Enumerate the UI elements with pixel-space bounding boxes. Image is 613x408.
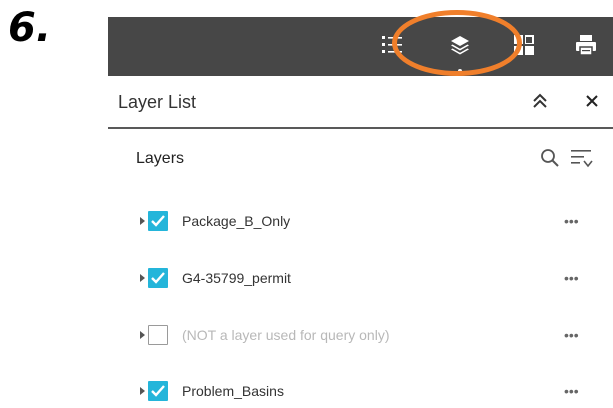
more-options-icon[interactable]: ••• <box>564 271 579 285</box>
layer-row[interactable]: Package_B_Only ••• <box>108 208 613 238</box>
widget-toolbar <box>108 17 613 76</box>
legend-list-icon <box>382 36 402 53</box>
panel-title: Layer List <box>118 92 197 112</box>
layer-row[interactable]: Problem_Basins ••• <box>108 378 613 408</box>
layer-visibility-checkbox[interactable] <box>148 325 168 345</box>
layers-section-title: Layers <box>136 150 185 167</box>
close-panel-button[interactable] <box>580 88 604 114</box>
checkmark-icon <box>151 272 165 284</box>
expand-arrow-icon[interactable] <box>140 331 145 339</box>
layer-visibility-checkbox[interactable] <box>148 381 168 401</box>
layer-list-button[interactable] <box>440 17 480 76</box>
active-indicator <box>458 69 462 73</box>
layer-name: Package_B_Only <box>182 213 291 229</box>
step-number: 6. <box>8 5 52 51</box>
legend-button[interactable] <box>372 17 412 76</box>
layers-icon <box>451 36 469 55</box>
expand-arrow-icon[interactable] <box>140 387 145 395</box>
panel-header: Layer List <box>108 76 613 129</box>
basemap-gallery-button[interactable] <box>504 17 544 76</box>
collapse-panel-button[interactable] <box>528 88 552 114</box>
expand-arrow-icon[interactable] <box>140 274 145 282</box>
layer-row[interactable]: (NOT a layer used for query only) ••• <box>108 322 613 352</box>
close-icon <box>586 95 598 107</box>
checkmark-icon <box>151 215 165 227</box>
print-button[interactable] <box>566 17 606 76</box>
more-options-icon[interactable]: ••• <box>564 214 579 228</box>
layer-row[interactable]: G4-35799_permit ••• <box>108 265 613 295</box>
layer-name: Problem_Basins <box>182 383 284 399</box>
layer-visibility-checkbox[interactable] <box>148 268 168 288</box>
basemap-gallery-icon <box>514 35 534 55</box>
more-options-icon[interactable]: ••• <box>564 328 579 342</box>
search-icon <box>541 149 559 167</box>
checkmark-icon <box>151 385 165 397</box>
filter-layers-button[interactable] <box>570 146 594 170</box>
layer-visibility-checkbox[interactable] <box>148 211 168 231</box>
search-layers-button[interactable] <box>538 146 562 170</box>
chevron-double-up-icon <box>533 93 547 108</box>
print-icon <box>576 35 596 56</box>
filter-sort-icon <box>571 150 593 168</box>
expand-arrow-icon[interactable] <box>140 217 145 225</box>
layer-name: G4-35799_permit <box>182 270 291 286</box>
layer-name: (NOT a layer used for query only) <box>182 327 390 343</box>
more-options-icon[interactable]: ••• <box>564 384 579 398</box>
